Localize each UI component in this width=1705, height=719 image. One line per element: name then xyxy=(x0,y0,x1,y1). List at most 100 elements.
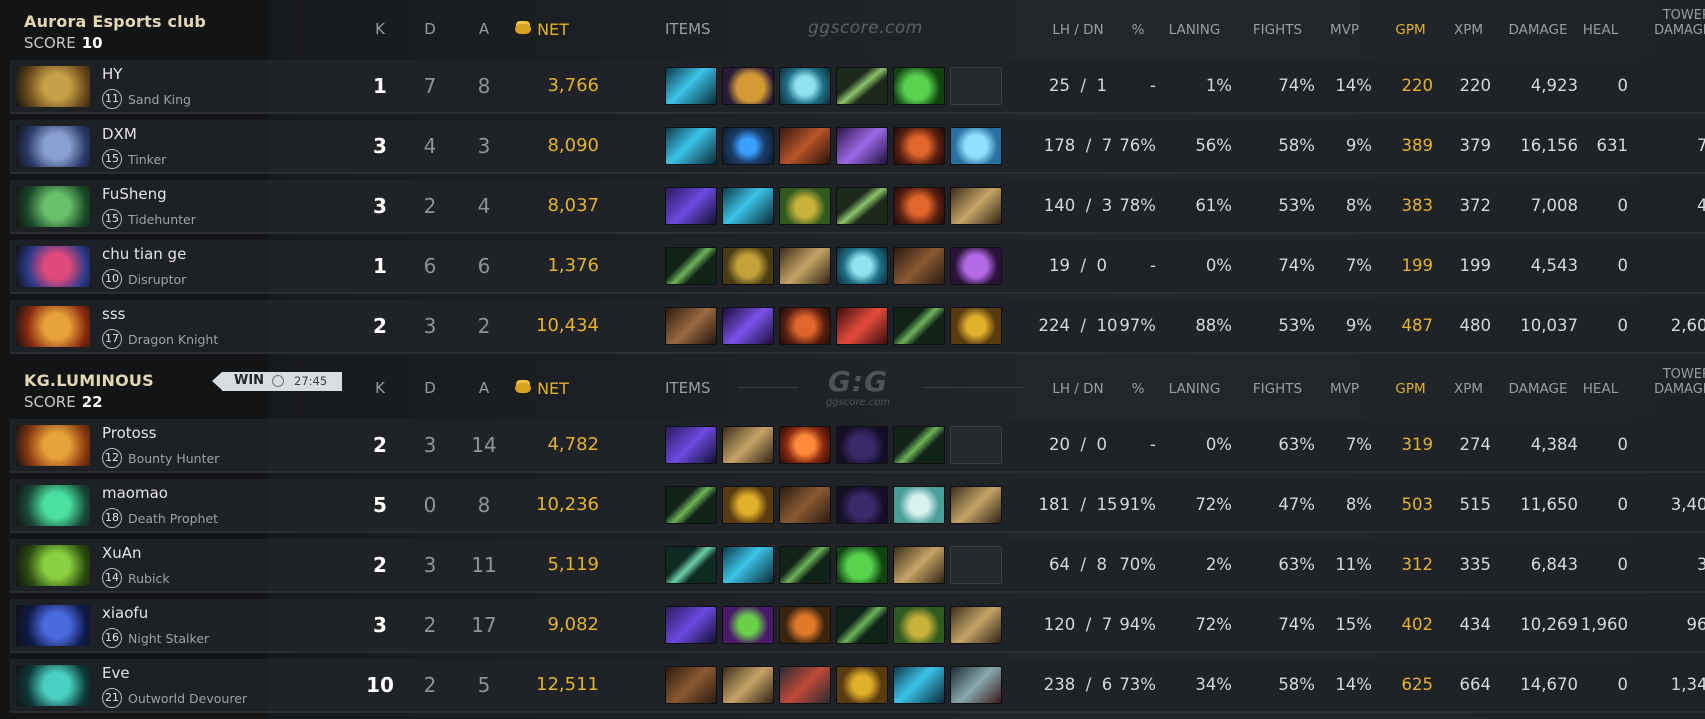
mask-of-madness-icon xyxy=(722,486,774,524)
laning: 56% xyxy=(1195,136,1232,155)
arcane-boots-icon xyxy=(665,426,717,464)
player-card[interactable]: Eve 21 Outworld Devourer xyxy=(10,659,268,713)
player-card[interactable]: Protoss 12 Bounty Hunter xyxy=(10,419,268,473)
magic-wand-icon xyxy=(893,426,945,464)
deaths: 7 xyxy=(423,74,437,98)
last-hits-denies: 64 / 8 xyxy=(1023,555,1133,574)
fights: 47% xyxy=(1278,495,1315,514)
player-card[interactable]: chu tian ge 10 Disruptor xyxy=(10,240,268,294)
xpm: 515 xyxy=(1459,495,1492,514)
player-name[interactable]: sss xyxy=(102,305,125,323)
gpm: 383 xyxy=(1401,196,1434,215)
player-name[interactable]: DXM xyxy=(102,125,137,143)
denies: 7 xyxy=(1101,615,1113,634)
damage: 7,008 xyxy=(1530,196,1578,215)
team-score: SCORE 10 xyxy=(24,34,268,52)
fights: 53% xyxy=(1278,196,1315,215)
tower-damage: 36 xyxy=(1697,555,1705,574)
mask-of-madness-icon xyxy=(836,666,888,704)
level-badge: 18 xyxy=(102,508,122,528)
hero-portrait xyxy=(16,605,90,646)
assists: 14 xyxy=(471,433,497,457)
player-name[interactable]: XuAn xyxy=(102,544,142,562)
player-name[interactable]: Eve xyxy=(102,664,130,682)
player-name[interactable]: maomao xyxy=(102,484,168,502)
fights: 74% xyxy=(1278,76,1315,95)
match-duration: 27:45 xyxy=(294,374,328,388)
aghanims-shard-icon xyxy=(950,127,1002,165)
hero-portrait xyxy=(16,425,90,466)
net-worth: 1,376 xyxy=(547,255,599,276)
player-card[interactable]: sss 17 Dragon Knight xyxy=(10,300,268,354)
diffusal-blade-icon xyxy=(722,307,774,345)
player-name[interactable]: xiaofu xyxy=(102,604,148,622)
laning: 72% xyxy=(1195,495,1232,514)
team-header: Aurora Esports club SCORE 10 xyxy=(0,0,268,60)
net-worth: 4,782 xyxy=(547,434,599,455)
hero-portrait xyxy=(16,66,90,107)
bracer-icon xyxy=(893,127,945,165)
level-badge: 15 xyxy=(102,149,122,169)
arcane-boots-icon xyxy=(665,187,717,225)
col-tower-damage: TOWERDAMAGE xyxy=(1588,367,1705,397)
gpm: 625 xyxy=(1401,675,1434,694)
kills: 2 xyxy=(373,314,387,338)
eul-scepter-icon xyxy=(893,486,945,524)
col-gpm: GPM xyxy=(1395,22,1426,38)
watermark: ggscore.com xyxy=(808,18,923,38)
damage: 4,384 xyxy=(1530,435,1578,454)
player-card[interactable]: xiaofu 16 Night Stalker xyxy=(10,599,268,653)
denies: 7 xyxy=(1101,136,1113,155)
stats-row: 23115,11964 / 870%2%63%11%3123356,843036 xyxy=(268,539,1705,593)
desolator-icon xyxy=(950,666,1002,704)
denies: 15 xyxy=(1096,495,1118,514)
kills: 3 xyxy=(373,134,387,158)
stats-row: 1661,37619 / 0-0%74%7%1991994,54300 xyxy=(268,240,1705,294)
col-d: D xyxy=(424,379,436,397)
hero-portrait xyxy=(16,485,90,526)
kills: 2 xyxy=(373,553,387,577)
team-section: Aurora Esports club SCORE 10 K D A NET ITEMS ggs… xyxy=(0,0,1705,359)
player-card[interactable]: XuAn 14 Rubick xyxy=(10,539,268,593)
last-hits-denies: 238 / 6 xyxy=(1023,675,1133,694)
armlet-icon xyxy=(779,606,831,644)
hero-name: Bounty Hunter xyxy=(128,451,220,466)
level-badge: 14 xyxy=(102,568,122,588)
bracer-icon xyxy=(893,187,945,225)
last-hits-denies: 20 / 0 xyxy=(1023,435,1133,454)
ggscore-logo: G:G ggscore.com xyxy=(808,367,908,409)
player-card[interactable]: DXM 15 Tinker xyxy=(10,120,268,174)
col-fights: FIGHTS xyxy=(1252,22,1303,38)
hood-icon xyxy=(722,606,774,644)
player-name[interactable]: FuSheng xyxy=(102,185,167,203)
player-name[interactable]: Protoss xyxy=(102,424,157,442)
player-name[interactable]: chu tian ge xyxy=(102,245,186,263)
player-card[interactable]: maomao 18 Death Prophet xyxy=(10,479,268,533)
fights: 63% xyxy=(1278,435,1315,454)
gpm: 503 xyxy=(1401,495,1434,514)
lh-percent: 97% xyxy=(1119,316,1156,335)
hero-name: Night Stalker xyxy=(128,631,210,646)
col-k: K xyxy=(375,20,385,38)
damage: 10,037 xyxy=(1520,316,1578,335)
gold-coin-icon xyxy=(515,24,532,34)
player-card[interactable]: HY 11 Sand King xyxy=(10,60,268,114)
deaths: 2 xyxy=(423,673,437,697)
col-fights: FIGHTS xyxy=(1252,381,1303,397)
last-hits: 178 xyxy=(1043,136,1076,155)
laning: 34% xyxy=(1195,675,1232,694)
col-percent: % xyxy=(1131,22,1145,38)
player-card[interactable]: FuSheng 15 Tidehunter xyxy=(10,180,268,234)
dagon-icon xyxy=(836,127,888,165)
kills: 3 xyxy=(373,613,387,637)
kills: 2 xyxy=(373,433,387,457)
denies: 10 xyxy=(1096,316,1118,335)
player-row: HY 11 Sand King 1 7 8 3,766 25 / 1-1% 74% 14% 220 2… xyxy=(0,60,1705,120)
xpm: 335 xyxy=(1459,555,1492,574)
col-mvp: MVP xyxy=(1329,381,1360,397)
assists: 4 xyxy=(477,194,491,218)
player-name[interactable]: HY xyxy=(102,65,122,83)
last-hits-denies: 19 / 0 xyxy=(1023,256,1133,275)
lh-percent: 73% xyxy=(1119,675,1156,694)
deaths: 3 xyxy=(423,314,437,338)
